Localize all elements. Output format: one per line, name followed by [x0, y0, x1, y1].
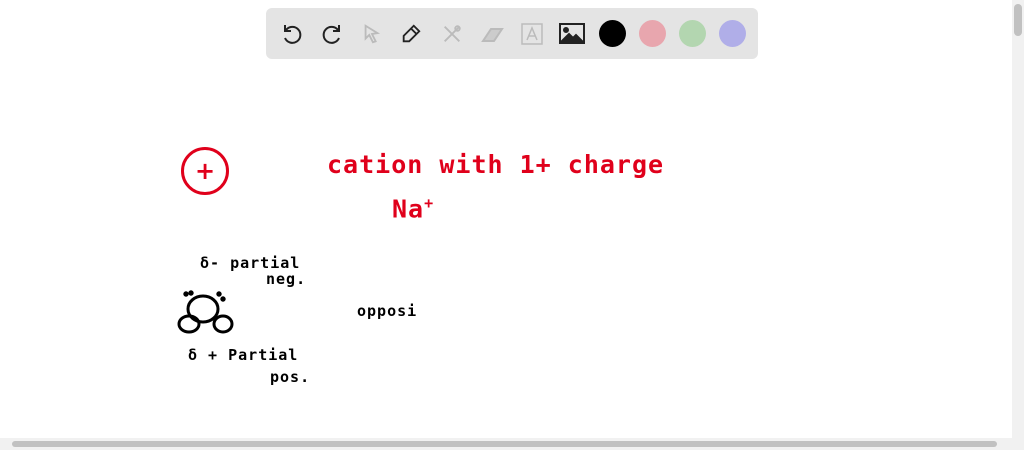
- circled-plus: +: [181, 147, 229, 195]
- ion-symbol: Na: [392, 194, 425, 224]
- ion-label: Na+: [392, 194, 434, 223]
- redo-icon[interactable]: [319, 21, 345, 47]
- ion-charge: +: [424, 194, 435, 212]
- select-icon[interactable]: [359, 21, 385, 47]
- vertical-scrollbar[interactable]: [1012, 0, 1024, 438]
- undo-icon[interactable]: [279, 21, 305, 47]
- delta-neg-label-2: neg.: [266, 270, 307, 288]
- water-molecule-drawing: [177, 290, 234, 334]
- image-icon[interactable]: [559, 21, 585, 47]
- tools-icon[interactable]: [439, 21, 465, 47]
- text-icon[interactable]: [519, 21, 545, 47]
- opposite-text: opposi: [357, 302, 418, 320]
- vertical-scroll-thumb[interactable]: [1014, 4, 1022, 36]
- delta-pos-label-2: pos.: [270, 368, 311, 386]
- delta-pos-label: δ + Partial: [188, 346, 299, 364]
- eraser-icon[interactable]: [479, 21, 505, 47]
- color-purple[interactable]: [719, 20, 746, 47]
- color-green[interactable]: [679, 20, 706, 47]
- pen-icon[interactable]: [398, 21, 424, 47]
- plus-symbol: +: [194, 157, 216, 185]
- horizontal-scrollbar[interactable]: [0, 438, 1024, 450]
- cation-title: cation with 1+ charge: [327, 150, 665, 179]
- color-pink[interactable]: [639, 20, 666, 47]
- drawing-toolbar: [266, 8, 758, 59]
- color-black[interactable]: [599, 20, 626, 47]
- horizontal-scroll-thumb[interactable]: [12, 441, 997, 447]
